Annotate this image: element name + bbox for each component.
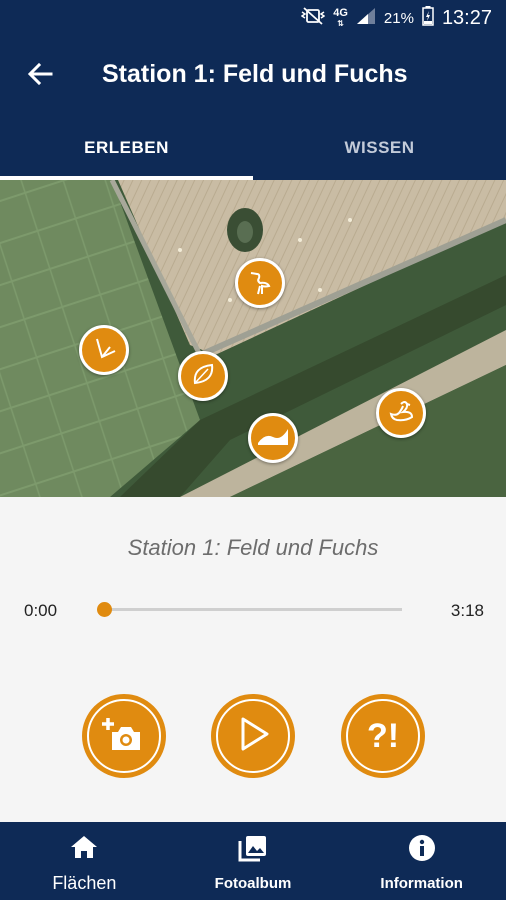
network-4g-icon: 4G ⇅: [333, 6, 348, 28]
quiz-button[interactable]: ?!: [341, 694, 425, 778]
nav-information[interactable]: Information: [337, 822, 506, 900]
tab-wissen[interactable]: WISSEN: [253, 116, 506, 180]
tab-erleben-label: ERLEBEN: [84, 138, 169, 157]
info-icon: [408, 834, 436, 867]
map-marker-grass[interactable]: [79, 325, 129, 375]
clock: 13:27: [441, 6, 492, 29]
status-bar: 4G ⇅ 21% 13:27: [0, 0, 506, 36]
heron-icon: [245, 266, 275, 301]
nav-flaechen[interactable]: Flächen: [0, 822, 169, 900]
swan-icon: [386, 396, 416, 431]
bottom-navigation: Flächen Fotoalbum Information: [0, 822, 506, 900]
photo-album-icon: [238, 834, 268, 867]
station-name: Station 1: Feld und Fuchs: [127, 535, 379, 560]
map-marker-heron[interactable]: [235, 258, 285, 308]
nav-flaechen-label: Flächen: [52, 873, 117, 893]
add-photo-button[interactable]: [82, 694, 166, 778]
seek-thumb[interactable]: [97, 602, 112, 617]
current-time: 0:00: [24, 601, 58, 620]
status-icons: 4G ⇅ 21% 13:27: [300, 6, 492, 30]
nav-fotoalbum[interactable]: Fotoalbum: [169, 822, 338, 900]
audio-player: Station 1: Feld und Fuchs 0:00 3:18 ?!: [0, 497, 506, 822]
map-marker-swan[interactable]: [376, 388, 426, 438]
add-photo-icon: [102, 714, 146, 759]
nav-fotoalbum-label: Fotoalbum: [214, 875, 292, 892]
vibrate-mute-icon: [300, 7, 326, 29]
page-title: Station 1: Feld und Fuchs: [102, 60, 408, 88]
seek-bar[interactable]: [97, 602, 402, 617]
battery-percent: 21%: [383, 9, 414, 27]
total-time: 3:18: [450, 601, 484, 620]
map-marker-leaf[interactable]: [178, 351, 228, 401]
app-bar: Station 1: Feld und Fuchs: [0, 36, 506, 116]
nav-information-label: Information: [380, 875, 463, 892]
home-icon: [69, 834, 99, 865]
tab-erleben[interactable]: ERLEBEN: [0, 116, 253, 180]
signal-icon: [356, 7, 376, 29]
leaf-icon: [188, 359, 218, 394]
arrow-left-icon: [27, 62, 53, 90]
back-button[interactable]: [20, 58, 60, 94]
map-marker-wave[interactable]: [248, 413, 298, 463]
network-type: 4G: [333, 6, 348, 19]
tab-bar: ERLEBEN WISSEN: [0, 116, 506, 180]
tab-wissen-label: WISSEN: [344, 138, 415, 157]
grass-icon: [89, 333, 119, 368]
battery-icon: [422, 6, 434, 30]
play-icon: [235, 714, 271, 759]
wave-icon: [255, 421, 291, 456]
aerial-map[interactable]: [0, 180, 506, 497]
play-button[interactable]: [211, 694, 295, 778]
quiz-label: ?!: [366, 716, 400, 755]
